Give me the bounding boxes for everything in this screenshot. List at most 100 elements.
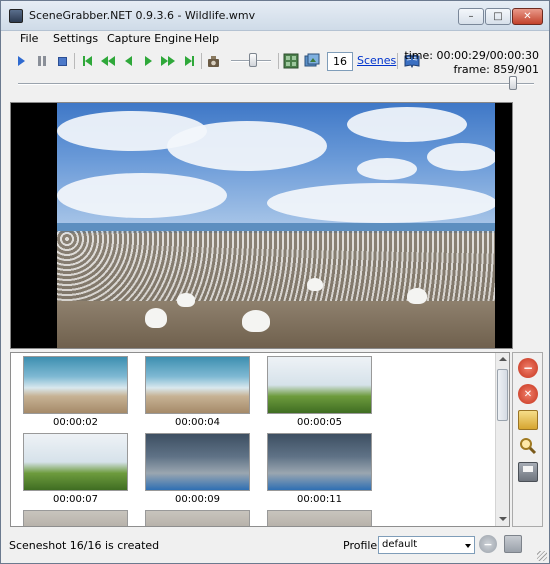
- magnifier-icon[interactable]: [518, 436, 538, 456]
- capture-scenes-button[interactable]: [283, 53, 299, 69]
- sceneshot-thumbnail[interactable]: [23, 510, 128, 526]
- cloud: [167, 121, 327, 171]
- hand-camera-icon: [208, 56, 219, 67]
- grid-image-icon: [283, 53, 299, 69]
- frame-readout: frame: 859/901: [453, 63, 539, 76]
- time-readout: time: 00:00:29/00:00:30: [404, 49, 539, 62]
- position-slider-track[interactable]: [18, 83, 534, 85]
- fast-forward-icon-2: [168, 56, 175, 66]
- sceneshot-time: 00:00:02: [53, 417, 98, 428]
- sceneshot-thumbnail[interactable]: [23, 433, 128, 491]
- sceneshot-time: 00:00:04: [175, 417, 220, 428]
- maximize-button[interactable]: □: [485, 8, 511, 25]
- fast-rewind-button[interactable]: [99, 54, 117, 68]
- sceneshot-time: 00:00:09: [175, 494, 220, 505]
- window-title: SceneGrabber.NET 0.9.3.6 - Wildlife.wmv: [29, 9, 256, 22]
- cloud: [357, 158, 417, 180]
- play-icon: [17, 56, 25, 66]
- status-message: Sceneshot 16/16 is created: [9, 539, 160, 552]
- step-back-icon: [124, 56, 132, 66]
- sceneshot-thumbnail[interactable]: [145, 510, 250, 526]
- skip-end-icon: [191, 56, 194, 66]
- profile-save-icon[interactable]: [504, 535, 522, 553]
- first-frame-button[interactable]: [79, 54, 95, 68]
- scrollbar-thumb[interactable]: [497, 369, 508, 421]
- fast-forward-button[interactable]: [159, 54, 177, 68]
- profile-remove-icon[interactable]: −: [479, 535, 497, 553]
- sceneshot-time: 00:00:11: [297, 494, 342, 505]
- video-frame: [57, 103, 495, 348]
- close-button[interactable]: ✕: [512, 8, 543, 25]
- sceneshot-thumbnail[interactable]: [267, 356, 372, 414]
- thumbnail-scrollbar[interactable]: [495, 353, 509, 526]
- chevron-down-icon: [465, 544, 471, 548]
- cloud: [57, 173, 227, 218]
- status-bar: Sceneshot 16/16 is created Profile: defa…: [1, 531, 549, 563]
- minimize-button[interactable]: –: [458, 8, 484, 25]
- gannet-colony: [57, 231, 495, 301]
- minus-icon[interactable]: −: [518, 358, 538, 378]
- sceneshot-list[interactable]: 00:00:02 00:00:04 00:00:05 00:00:07 00:00:09…: [10, 352, 510, 527]
- scene-count-field[interactable]: 16: [327, 52, 353, 71]
- scroll-up-arrow[interactable]: [499, 357, 507, 361]
- toolbar-separator: [74, 53, 75, 69]
- step-forward-icon: [144, 56, 152, 66]
- pause-button[interactable]: [35, 54, 49, 68]
- cloud: [347, 107, 467, 142]
- profile-label: Profile:: [343, 539, 381, 552]
- last-frame-button[interactable]: [181, 54, 197, 68]
- sceneshot-thumbnail[interactable]: [267, 433, 372, 491]
- side-action-panel: − ✕: [512, 352, 543, 527]
- floppy-icon[interactable]: [518, 462, 538, 482]
- rewind-icon-2: [108, 56, 115, 66]
- capture-settings-button[interactable]: [304, 53, 320, 69]
- gannet-bird: [407, 288, 427, 304]
- sceneshot-thumbnail[interactable]: [145, 356, 250, 414]
- sceneshot-thumbnail[interactable]: [267, 510, 372, 526]
- sceneshot-thumbnail[interactable]: [23, 356, 128, 414]
- pause-icon: [38, 56, 46, 66]
- menu-settings[interactable]: Settings: [53, 32, 98, 45]
- sceneshot-thumbnail[interactable]: [145, 433, 250, 491]
- volume-slider-thumb[interactable]: [249, 53, 257, 67]
- gannet-bird: [307, 278, 323, 291]
- menu-bar: File Settings Capture Engine Help: [1, 31, 549, 49]
- x-icon[interactable]: ✕: [518, 384, 538, 404]
- scenes-link[interactable]: Scenes: [357, 54, 396, 67]
- gannet-bird: [242, 310, 270, 332]
- toolbar-separator: [278, 53, 279, 69]
- floppy-label: [523, 466, 533, 472]
- position-slider-thumb[interactable]: [509, 76, 518, 90]
- video-preview: [10, 102, 513, 349]
- menu-capture-engine[interactable]: Capture Engine: [107, 32, 192, 45]
- rewind-icon: [101, 56, 108, 66]
- gannet-bird: [177, 293, 195, 307]
- sceneshot-time: 00:00:07: [53, 494, 98, 505]
- fast-forward-icon: [161, 56, 168, 66]
- profile-value: default: [382, 539, 418, 550]
- profile-dropdown[interactable]: default: [378, 536, 475, 554]
- gannet-bird: [145, 308, 167, 328]
- images-icon: [304, 53, 320, 67]
- camera-app-icon: [9, 9, 23, 23]
- snapshot-button[interactable]: [206, 53, 222, 69]
- stop-icon: [57, 56, 67, 66]
- play-button[interactable]: [14, 54, 28, 68]
- step-back-button[interactable]: [121, 54, 135, 68]
- folder-icon[interactable]: [518, 410, 538, 430]
- magnifier-icon-glyph: [520, 438, 537, 455]
- scroll-down-arrow[interactable]: [499, 517, 507, 521]
- toolbar-separator: [397, 53, 398, 69]
- title-bar: SceneGrabber.NET 0.9.3.6 - Wildlife.wmv …: [1, 1, 549, 31]
- sceneshot-time: 00:00:05: [297, 417, 342, 428]
- skip-start-arrow-icon: [84, 56, 92, 66]
- step-forward-button[interactable]: [141, 54, 155, 68]
- toolbar-separator: [201, 53, 202, 69]
- stop-button[interactable]: [55, 54, 69, 68]
- menu-help[interactable]: Help: [194, 32, 219, 45]
- menu-file[interactable]: File: [20, 32, 38, 45]
- cloud: [267, 183, 495, 223]
- app-window: SceneGrabber.NET 0.9.3.6 - Wildlife.wmv …: [0, 0, 550, 564]
- resize-grip[interactable]: [537, 551, 547, 561]
- skip-end-arrow-icon: [184, 56, 192, 66]
